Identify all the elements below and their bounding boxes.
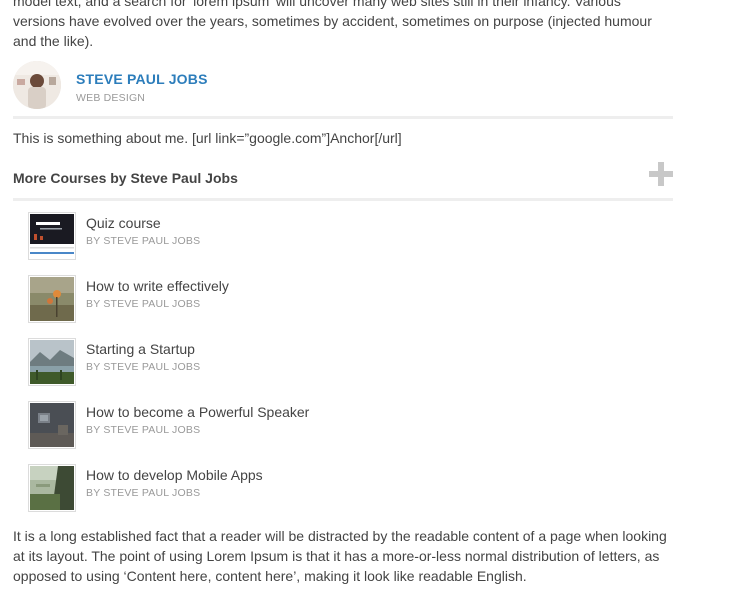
course-title[interactable]: Quiz course xyxy=(86,215,161,231)
body-paragraph: It is a long established fact that a rea… xyxy=(13,528,667,584)
course-title[interactable]: Starting a Startup xyxy=(86,341,195,357)
author-avatar[interactable] xyxy=(13,61,61,109)
course-thumbnail[interactable] xyxy=(28,464,76,512)
expand-plus-icon[interactable] xyxy=(649,162,673,186)
course-author: BY STEVE PAUL JOBS xyxy=(86,487,201,499)
divider xyxy=(13,198,673,201)
divider xyxy=(13,116,673,119)
course-author: BY STEVE PAUL JOBS xyxy=(86,361,201,373)
course-thumbnail[interactable] xyxy=(28,275,76,323)
course-thumbnail[interactable] xyxy=(28,338,76,386)
course-thumbnail[interactable] xyxy=(28,212,76,260)
more-courses-heading: More Courses by Steve Paul Jobs xyxy=(13,170,238,186)
course-title[interactable]: How to become a Powerful Speaker xyxy=(86,404,309,420)
author-role: WEB DESIGN xyxy=(76,92,146,104)
course-item[interactable]: How to write effectively BY STEVE PAUL J… xyxy=(28,275,668,323)
course-author: BY STEVE PAUL JOBS xyxy=(86,298,201,310)
course-title[interactable]: How to develop Mobile Apps xyxy=(86,467,263,483)
course-item[interactable]: Quiz course BY STEVE PAUL JOBS xyxy=(28,212,668,260)
author-card: STEVE PAUL JOBS WEB DESIGN xyxy=(13,61,673,109)
course-item[interactable]: Starting a Startup BY STEVE PAUL JOBS xyxy=(28,338,668,386)
author-name-link[interactable]: STEVE PAUL JOBS xyxy=(76,71,208,87)
intro-paragraph: model text, and a search for 'lorem ipsu… xyxy=(13,0,652,49)
course-author: BY STEVE PAUL JOBS xyxy=(86,424,201,436)
course-item[interactable]: How to develop Mobile Apps BY STEVE PAUL… xyxy=(28,464,668,512)
course-author: BY STEVE PAUL JOBS xyxy=(86,235,201,247)
course-title[interactable]: How to write effectively xyxy=(86,278,229,294)
author-about: This is something about me. [url link=”g… xyxy=(13,130,402,146)
course-thumbnail[interactable] xyxy=(28,401,76,449)
course-item[interactable]: How to become a Powerful Speaker BY STEV… xyxy=(28,401,668,449)
